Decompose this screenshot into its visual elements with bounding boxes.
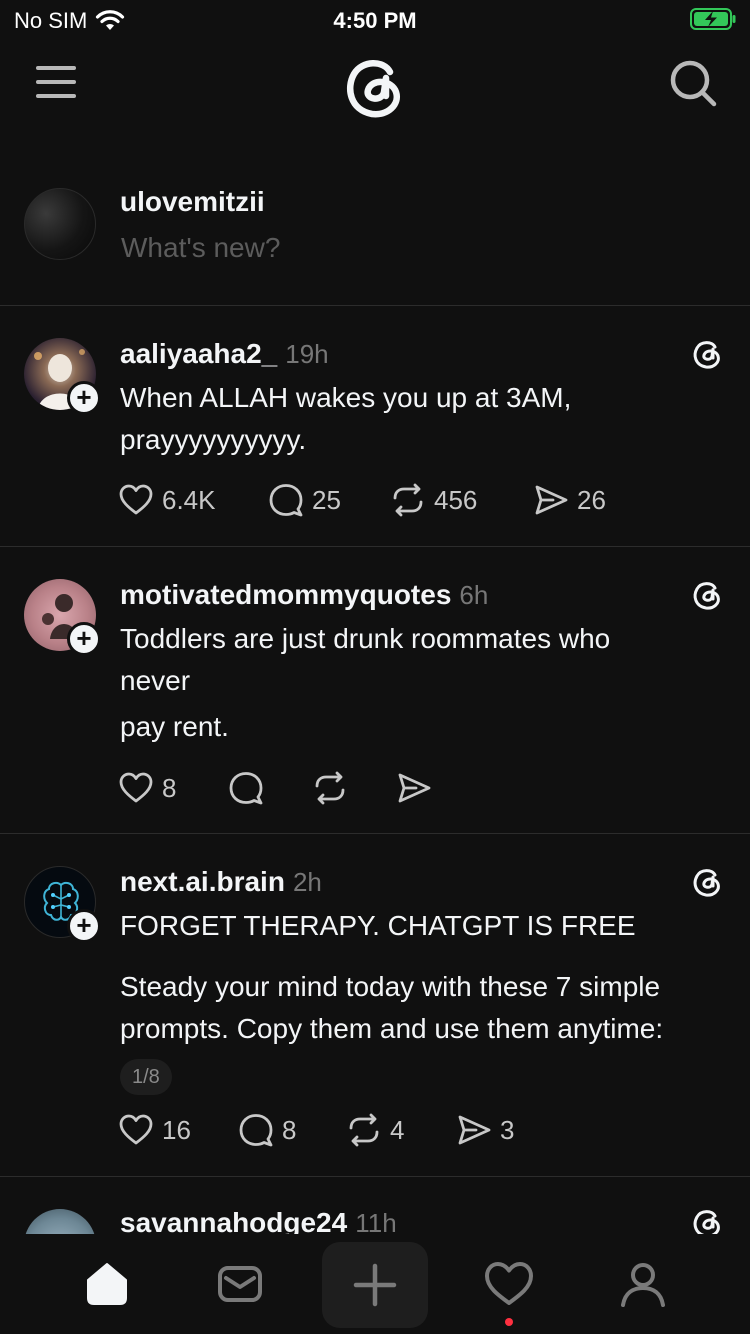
new-thread-composer[interactable]: ulovemitzii What's new? bbox=[0, 160, 750, 306]
like-count: 6.4K bbox=[162, 484, 216, 515]
comment-icon bbox=[229, 772, 263, 805]
like-count: 8 bbox=[162, 772, 177, 803]
profile-icon[interactable] bbox=[613, 1254, 673, 1314]
follow-button[interactable]: + bbox=[67, 909, 101, 943]
threads-feed-screen: No SIM 4:50 PM ulovemitzii What's new? +… bbox=[0, 0, 750, 1334]
post-username[interactable]: savannahodge24 bbox=[120, 1207, 347, 1234]
reply-button[interactable]: 8 bbox=[238, 1112, 346, 1148]
post-body: Toddlers are just drunk roommates who ne… bbox=[120, 618, 730, 748]
share-button[interactable]: 3 bbox=[456, 1112, 514, 1148]
top-navigation bbox=[0, 44, 750, 134]
feed-post[interactable]: + motivatedmommyquotes 6h Toddlers are j… bbox=[0, 547, 750, 834]
home-icon[interactable] bbox=[77, 1254, 137, 1314]
avatar[interactable] bbox=[24, 1209, 96, 1234]
post-timestamp: 2h bbox=[292, 867, 322, 897]
share-button[interactable]: 26 bbox=[533, 482, 606, 518]
feed-post[interactable]: + next.ai.brain 2h FORGET THERAPY. CHATG… bbox=[0, 834, 750, 1177]
post-timestamp: 19h bbox=[285, 339, 329, 369]
comment-icon bbox=[269, 484, 303, 517]
follow-button[interactable]: + bbox=[67, 381, 101, 415]
heart-icon bbox=[119, 1114, 153, 1145]
reply-count: 8 bbox=[282, 1114, 297, 1145]
threads-badge-icon[interactable] bbox=[690, 336, 724, 370]
repost-icon bbox=[349, 1113, 379, 1147]
like-button[interactable]: 6.4K bbox=[118, 482, 268, 518]
post-text-line: prompts. Copy them and use them anytime: bbox=[120, 1013, 664, 1044]
post-username[interactable]: next.ai.brain bbox=[120, 866, 285, 898]
send-icon bbox=[398, 773, 431, 803]
composer-username: ulovemitzii bbox=[120, 186, 265, 217]
reply-button[interactable] bbox=[228, 770, 312, 806]
carousel-page-indicator: 1/8 bbox=[120, 1059, 172, 1095]
like-button[interactable]: 16 bbox=[118, 1112, 238, 1148]
post-header: aaliyaaha2_ 19h bbox=[120, 338, 329, 370]
post-timestamp: 6h bbox=[459, 580, 489, 610]
create-icon[interactable] bbox=[322, 1242, 428, 1328]
post-body: FORGET THERAPY. CHATGPT IS FREE Steady y… bbox=[120, 905, 730, 1050]
repost-count: 456 bbox=[434, 484, 478, 515]
share-count: 3 bbox=[500, 1114, 515, 1145]
reply-count: 25 bbox=[312, 484, 341, 515]
post-text-line: Toddlers are just drunk roommates who bbox=[120, 623, 611, 654]
status-bar: No SIM 4:50 PM bbox=[0, 0, 750, 40]
activity-icon[interactable] bbox=[479, 1254, 539, 1314]
feed-post[interactable]: savannahodge24 11h bbox=[0, 1177, 750, 1234]
comment-icon bbox=[239, 1114, 273, 1147]
send-icon bbox=[535, 485, 568, 515]
feed-post[interactable]: + aaliyaaha2_ 19h When ALLAH wakes you u… bbox=[0, 306, 750, 547]
post-text-line: never bbox=[120, 665, 191, 696]
hamburger-menu-icon[interactable] bbox=[36, 66, 76, 102]
reply-button[interactable]: 25 bbox=[268, 482, 390, 518]
post-username[interactable]: aaliyaaha2_ bbox=[120, 338, 277, 370]
repost-button[interactable] bbox=[312, 770, 396, 806]
threads-logo-icon[interactable] bbox=[340, 48, 410, 124]
follow-button[interactable]: + bbox=[67, 622, 101, 656]
post-header: next.ai.brain 2h bbox=[120, 866, 322, 898]
heart-icon bbox=[119, 772, 153, 803]
post-timestamp: 11h bbox=[355, 1208, 397, 1234]
repost-icon bbox=[393, 483, 423, 517]
repost-button[interactable]: 4 bbox=[346, 1112, 456, 1148]
composer-input[interactable]: What's new? bbox=[121, 232, 280, 264]
post-username[interactable]: motivatedmommyquotes bbox=[120, 579, 451, 611]
battery-charging-icon bbox=[690, 8, 736, 30]
send-icon bbox=[458, 1115, 491, 1145]
like-button[interactable]: 8 bbox=[118, 770, 228, 806]
threads-badge-icon[interactable] bbox=[690, 1205, 724, 1234]
post-header: motivatedmommyquotes 6h bbox=[120, 579, 488, 611]
post-text-line: prayyyyyyyyyy. bbox=[120, 424, 307, 455]
post-text-line: pay rent. bbox=[120, 711, 229, 742]
post-text-line: Steady your mind today with these 7 simp… bbox=[120, 971, 661, 1002]
search-icon[interactable] bbox=[668, 58, 720, 110]
threads-badge-icon[interactable] bbox=[690, 864, 724, 898]
notification-dot bbox=[505, 1318, 513, 1326]
post-actions: 8 bbox=[118, 766, 440, 810]
share-button[interactable] bbox=[396, 770, 440, 806]
like-count: 16 bbox=[162, 1114, 191, 1145]
post-body: When ALLAH wakes you up at 3AM, prayyyyy… bbox=[120, 377, 730, 461]
repost-button[interactable]: 456 bbox=[390, 482, 533, 518]
clock: 4:50 PM bbox=[333, 8, 417, 33]
repost-count: 4 bbox=[390, 1114, 405, 1145]
post-text-line: When ALLAH wakes you up at 3AM, bbox=[120, 382, 572, 413]
post-header: savannahodge24 11h bbox=[120, 1207, 397, 1234]
post-text-line: FORGET THERAPY. CHATGPT IS FREE bbox=[120, 910, 636, 941]
post-actions: 6.4K 25 456 26 bbox=[118, 478, 606, 522]
inbox-icon[interactable] bbox=[210, 1254, 270, 1314]
share-count: 26 bbox=[577, 484, 606, 515]
avatar[interactable] bbox=[24, 188, 96, 260]
repost-icon bbox=[315, 771, 345, 805]
threads-badge-icon[interactable] bbox=[690, 577, 724, 611]
heart-icon bbox=[119, 484, 153, 515]
post-actions: 16 8 4 3 bbox=[118, 1108, 514, 1152]
bottom-tab-bar bbox=[0, 1234, 750, 1334]
